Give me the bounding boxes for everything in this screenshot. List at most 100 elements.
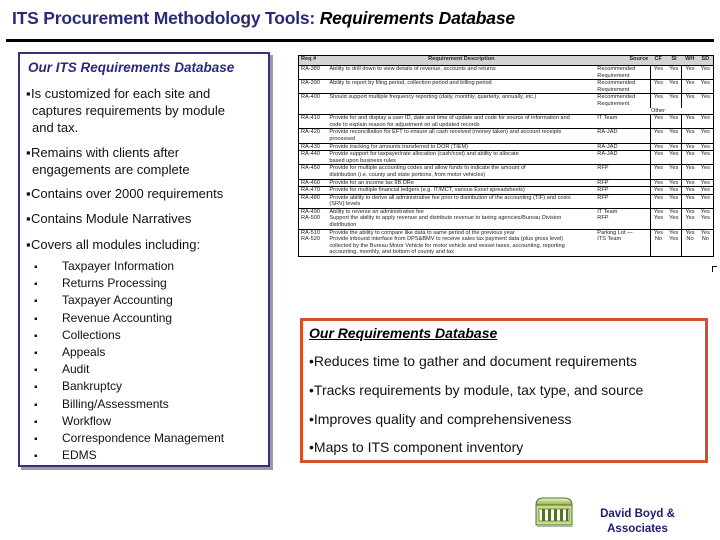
flag-cell: Yes No bbox=[697, 228, 714, 257]
flag-cell: Yes bbox=[649, 164, 667, 179]
req-source-cell: RFP bbox=[595, 178, 651, 187]
module-item: ▪ Returns Processing bbox=[34, 275, 224, 292]
cell-line: Yes bbox=[700, 215, 710, 222]
req-source-cell: IT Team RFP bbox=[595, 207, 651, 230]
cell-line: Yes bbox=[700, 194, 710, 201]
req-description-cell: Provide the ability to compare like data… bbox=[327, 228, 596, 257]
cell-line: Yes bbox=[700, 165, 710, 172]
req-id-cell: RA-460 bbox=[298, 178, 328, 187]
req-id-cell: RA-510 RA-520 bbox=[298, 228, 328, 257]
cell-line: ITS Team bbox=[597, 236, 622, 243]
cell-line: Yes bbox=[669, 151, 679, 158]
req-description-cell: Ability to report by filing period, coll… bbox=[327, 79, 596, 94]
flag-cell: Yes bbox=[697, 193, 714, 209]
cell-line: Requirement bbox=[597, 100, 630, 107]
panel-heading: Our Requirements Database bbox=[309, 325, 498, 341]
cell-line: RA-390 bbox=[301, 80, 320, 87]
module-list: ▪ Taxpayer Information ▪ Returns Processin… bbox=[34, 258, 224, 464]
table-group-row: Other bbox=[299, 108, 714, 115]
flag-cell: Yes bbox=[649, 178, 667, 187]
cell-line: Yes bbox=[669, 236, 679, 243]
req-source-cell: RFP bbox=[595, 193, 651, 209]
module-label: Audit bbox=[62, 362, 90, 377]
cell-line: Yes bbox=[653, 115, 663, 122]
column-header: Source bbox=[595, 55, 651, 66]
panel-heading: Our ITS Requirements Database bbox=[28, 60, 235, 75]
req-source-cell: RFP bbox=[595, 186, 651, 195]
cell-line: code to explain reason for adjustment on… bbox=[329, 121, 480, 128]
cell-line: Yes bbox=[700, 129, 710, 136]
cell-line: Ability to reverse an administrative fee bbox=[329, 208, 424, 215]
benefit-text: Tracks requirements by module, tax type,… bbox=[313, 382, 644, 398]
flag-cell: Yes bbox=[681, 186, 698, 195]
module-item: ▪ Taxpayer Information bbox=[34, 258, 224, 275]
cell-line: Yes bbox=[669, 194, 679, 201]
benefit-point: •Tracks requirements by module, tax type… bbox=[309, 382, 643, 398]
flag-cell: Yes No bbox=[681, 228, 698, 257]
req-id-cell: RA-420 bbox=[298, 128, 328, 144]
req-description-cell: Should support multiple frequency report… bbox=[327, 93, 596, 108]
cell-line: Yes bbox=[685, 215, 695, 222]
req-id-cell: RA-470 bbox=[298, 186, 328, 195]
flag-cell: Yes bbox=[649, 93, 667, 108]
module-label: Correspondence Management bbox=[62, 430, 225, 445]
cell-line: Recommended bbox=[597, 66, 636, 72]
req-source-cell: Recommended Requirement bbox=[595, 79, 651, 94]
cell-line: RA-420 bbox=[301, 129, 320, 136]
req-source-cell: RA-JAD bbox=[595, 142, 651, 151]
cell-line: Provide tracking for amounts transferred… bbox=[329, 143, 469, 150]
cell-line: Provide ability to derive all administra… bbox=[329, 194, 571, 201]
req-id-cell: RA-480 bbox=[298, 193, 328, 209]
table-row: RA-380 Ability to drill down to view deta… bbox=[298, 64, 714, 80]
req-description-cell: Provide reconciliation for EFT to ensure… bbox=[327, 128, 596, 144]
cell-line: Recommended bbox=[597, 80, 636, 87]
table-row: RA-470 Provide for multiple financial led… bbox=[298, 186, 714, 195]
bullet: ▪ bbox=[34, 347, 38, 359]
cell-line: RA-400 bbox=[301, 94, 320, 101]
cell-line: Yes bbox=[653, 229, 663, 236]
cell-line: Yes bbox=[669, 94, 679, 101]
its-database-panel: Our ITS Requirements Database ▪Is custom… bbox=[18, 52, 270, 467]
flag-cell: Yes bbox=[649, 150, 667, 165]
cell-line: Yes bbox=[653, 187, 663, 194]
req-id-cell: RA-400 bbox=[298, 93, 328, 108]
cell-line: Yes bbox=[653, 129, 663, 136]
cell-line: RA-510 bbox=[301, 229, 320, 236]
cell-line: IT Team bbox=[597, 208, 618, 215]
table-row: RA-510 RA-520 Provide the ability to compa… bbox=[298, 228, 714, 257]
cell-line: Yes bbox=[669, 179, 679, 186]
flag-cell: Yes bbox=[681, 128, 698, 144]
cell-line: Yes bbox=[669, 229, 679, 236]
cell-line: Yes bbox=[685, 115, 695, 122]
cell-line: RA-JAD bbox=[597, 129, 618, 136]
flag-cell: Yes bbox=[681, 178, 698, 187]
company-line: David Boyd & bbox=[600, 508, 675, 520]
cell-line: RFP bbox=[597, 194, 609, 201]
cell-line: Yes bbox=[653, 165, 663, 172]
cell-line: Yes bbox=[653, 179, 663, 186]
req-id-cell: RA-450 bbox=[298, 164, 328, 179]
flag-cell: Yes bbox=[649, 142, 667, 151]
module-label: Billing/Assessments bbox=[62, 396, 169, 411]
cell-line: Requirement bbox=[597, 72, 630, 79]
page-title: ITS Procurement Methodology Tools: Requi… bbox=[12, 8, 515, 29]
cell-line: Yes bbox=[685, 187, 695, 194]
cell-line: Yes bbox=[700, 151, 710, 158]
bullet: ▪ bbox=[34, 416, 38, 428]
cell-line: No bbox=[686, 236, 694, 243]
bullet: ▪ bbox=[34, 433, 38, 445]
cell-line: Parking Lot — bbox=[597, 229, 633, 236]
table-row: RA-490 RA-500 Ability to reverse an admini… bbox=[298, 207, 714, 230]
cell-line: RFP bbox=[597, 165, 609, 172]
module-label: Collections bbox=[62, 327, 121, 342]
cell-line: distribution bbox=[329, 222, 357, 229]
cell-line: Provide the ability to compare like data… bbox=[329, 229, 515, 236]
bullet: ▪ bbox=[34, 296, 38, 308]
bullet: ▪ bbox=[34, 262, 38, 273]
table-header-row: Req # Requirement Description Source CF … bbox=[298, 55, 714, 66]
column-header: SI bbox=[666, 55, 682, 66]
cell-line: Yes bbox=[669, 165, 679, 172]
cell-line: Yes bbox=[685, 80, 695, 87]
cell-line: RA-480 bbox=[301, 194, 320, 201]
flag-cell: Yes bbox=[666, 186, 682, 195]
